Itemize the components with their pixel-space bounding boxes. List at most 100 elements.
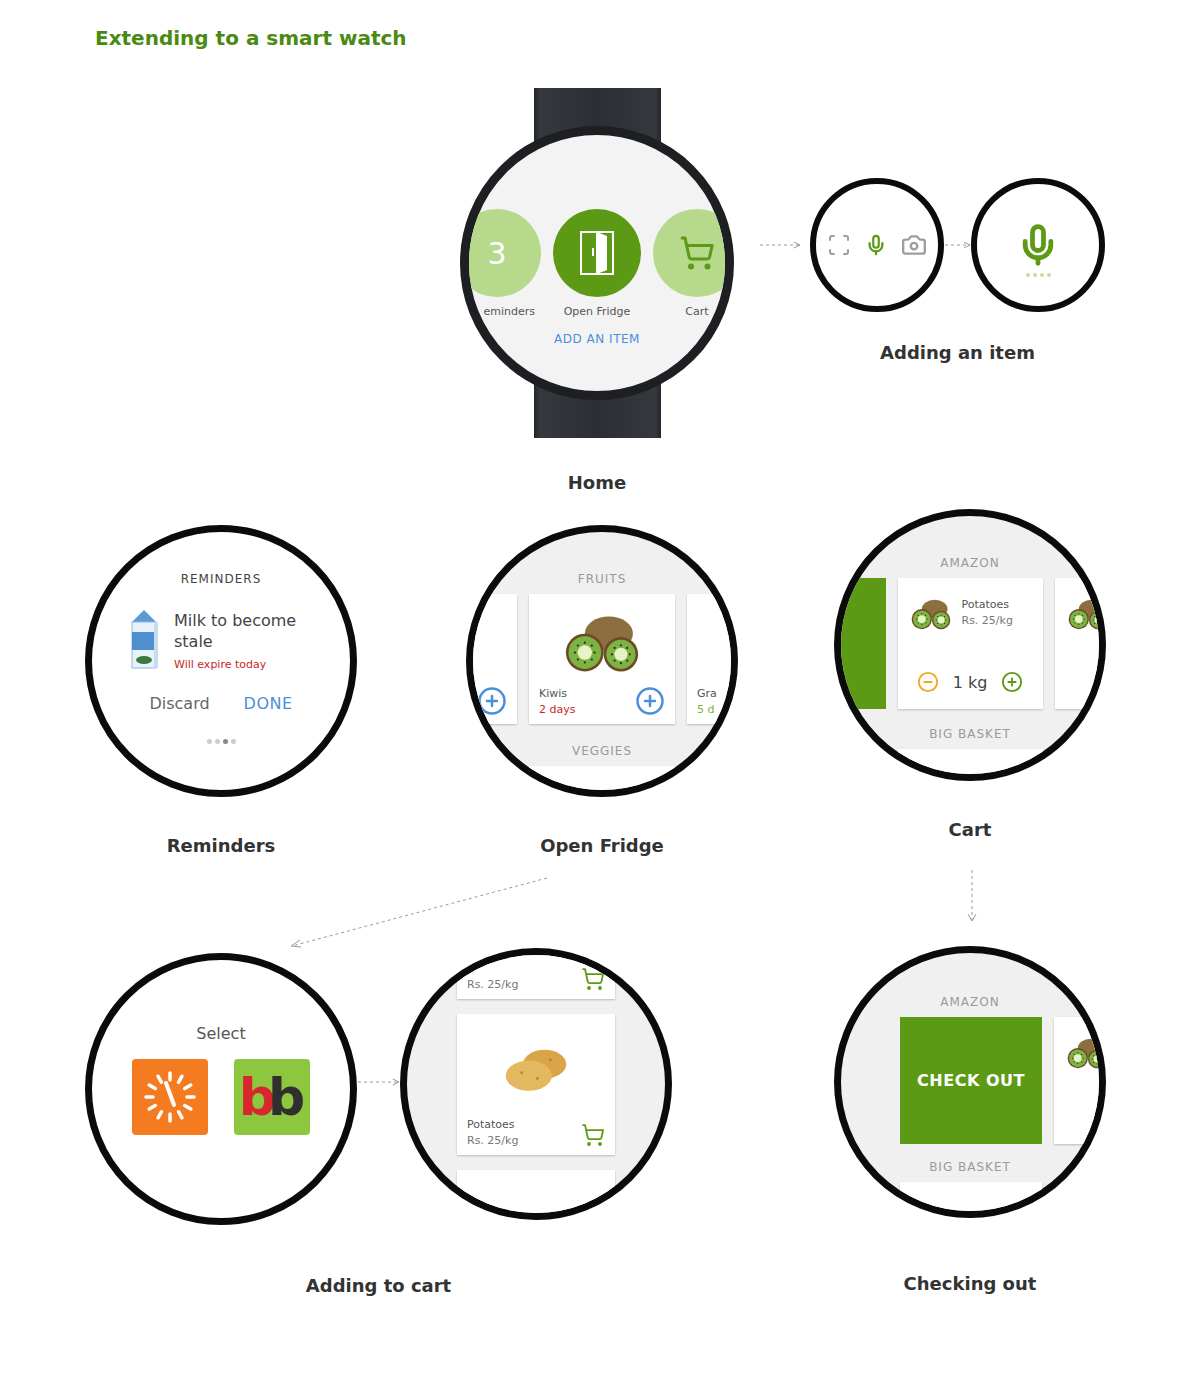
cart-item-card <box>1054 1017 1106 1144</box>
app-button[interactable] <box>653 209 734 297</box>
fridge-item-card[interactable] <box>466 594 517 724</box>
item-price: Rs. 25/kg <box>467 1134 518 1147</box>
listening-indicator <box>1026 273 1051 277</box>
store-name: BIG BASKET <box>929 1160 1011 1174</box>
cart-section: AMAZON Potatoes Rs. 25/kg 1 kg BIG BASKET Car… <box>834 509 1106 841</box>
app-button[interactable]: 3 <box>460 209 541 297</box>
screens-row: REMINDERS Milk to become staleWill expire… <box>0 500 1203 870</box>
add-item-button[interactable]: ADD AN ITEM <box>554 332 640 346</box>
screen-caption: Adding an item <box>880 342 1035 364</box>
store-name: BIG BASKET <box>929 727 1011 741</box>
screen-caption: Checking out <box>904 1273 1037 1295</box>
store-name: AMAZON <box>940 556 999 570</box>
flow-connectors <box>0 870 1203 948</box>
cart-item-card <box>1055 578 1107 709</box>
flows-row: Select bb Rs. 25/kg Potatoes Rs. 25/kg Adding… <box>0 948 1203 1297</box>
add-to-cart-icon[interactable] <box>581 1123 605 1147</box>
app-label: Cart <box>685 305 708 318</box>
screen-header: REMINDERS <box>181 572 262 586</box>
select-title: Select <box>196 1024 245 1043</box>
store-logo[interactable] <box>132 1059 208 1135</box>
potato-icon <box>500 1215 572 1220</box>
increase-icon[interactable] <box>1001 671 1023 693</box>
add-to-cart-icon[interactable] <box>477 686 507 716</box>
item-name: Potatoes <box>962 598 1013 611</box>
section-title: VEGGIES <box>572 744 632 758</box>
fridge-item-card[interactable] <box>529 766 675 797</box>
app-item[interactable]: Open Fridge <box>553 209 641 318</box>
store-logo[interactable]: bb <box>234 1059 310 1135</box>
kiwi-icon <box>1064 1037 1106 1070</box>
input-mode-screen <box>810 178 944 312</box>
kiwi-icon <box>559 613 645 675</box>
section-title: FRUITS <box>578 572 627 586</box>
add-to-cart-icon[interactable] <box>635 686 665 716</box>
mic-icon[interactable] <box>1016 223 1060 267</box>
fridge-screen: FRUITS Kiwis2 daysGra5 d VEGGIES <box>466 525 738 797</box>
smart-watch: 3 eminders Open Fridge Cart ADD AN ITEM <box>460 88 734 438</box>
flow-arrow-icon <box>944 242 971 248</box>
cart-item-card: Potatoes Rs. 25/kg 1 kg <box>898 578 1043 709</box>
app-label: Open Fridge <box>564 305 631 318</box>
mic-icon[interactable] <box>865 234 887 256</box>
checkout-section: AMAZON CHECK OUT BIG BASKET Checking out <box>834 946 1106 1295</box>
board-title: Extending to a smart watch <box>0 0 1203 88</box>
adding-to-cart-section: Select bb Rs. 25/kg Potatoes Rs. 25/kg Adding… <box>85 948 672 1297</box>
presentation-board: Extending to a smart watch 3 eminders Open … <box>0 0 1203 1379</box>
strawberry-icon <box>466 613 487 675</box>
store-name: AMAZON <box>940 995 999 1009</box>
item-name: Potatoes <box>467 1118 518 1131</box>
fridge-icon <box>577 230 617 276</box>
reminder-card: Milk to become staleWill expire today <box>126 608 316 672</box>
product-card[interactable]: Rs. 25/kg <box>457 948 615 999</box>
decrease-icon[interactable] <box>917 671 939 693</box>
listening-screen <box>971 178 1105 312</box>
fridge-item-card[interactable]: Kiwis2 days <box>529 594 675 724</box>
item-name: Gra <box>697 687 717 700</box>
app-button[interactable] <box>553 209 641 297</box>
logo-letter: b <box>268 1071 305 1123</box>
app-item[interactable]: 3 eminders <box>460 209 541 318</box>
product-card[interactable]: Potatoes Rs. 25/kg <box>457 1014 615 1155</box>
checkout-panel[interactable] <box>834 578 886 709</box>
screen-caption: Home <box>568 472 626 494</box>
app-carousel: 3 eminders Open Fridge Cart <box>469 209 725 318</box>
screen-caption: Open Fridge <box>540 835 664 857</box>
page-dot <box>207 739 212 744</box>
screen-caption: Reminders <box>167 835 276 857</box>
reminder-title: Milk to become stale <box>174 610 316 652</box>
product-list-screen: Rs. 25/kg Potatoes Rs. 25/kg <box>400 948 672 1220</box>
home-section: 3 eminders Open Fridge Cart ADD AN ITEM Home <box>460 88 734 494</box>
item-price: Rs. 25/kg <box>962 614 1013 627</box>
reminders-section: REMINDERS Milk to become staleWill expire… <box>85 525 357 857</box>
kiwi-icon <box>908 598 954 631</box>
fridge-item-card[interactable]: Gra5 d <box>687 594 738 724</box>
open-fridge-section: FRUITS Kiwis2 daysGra5 d VEGGIES Open Fridg… <box>466 525 738 857</box>
app-label: eminders <box>483 305 541 318</box>
cart-item-card <box>900 1182 1042 1218</box>
page-dot <box>231 739 236 744</box>
done-button[interactable]: DONE <box>244 692 293 715</box>
product-card[interactable] <box>457 1170 615 1221</box>
item-quantity: 1 kg <box>953 673 988 692</box>
checkout-button[interactable]: CHECK OUT <box>900 1017 1042 1144</box>
page-dot <box>215 739 220 744</box>
screen-caption: Cart <box>949 819 992 841</box>
scan-icon[interactable] <box>827 233 851 257</box>
screen-caption: Adding to cart <box>306 1275 451 1297</box>
item-price: Rs. 25/kg <box>467 978 518 991</box>
adding-item-section: Adding an item <box>810 178 1105 364</box>
camera-icon[interactable] <box>901 232 927 258</box>
watch-face: 3 eminders Open Fridge Cart ADD AN ITEM <box>460 126 734 400</box>
potato-icon <box>500 1044 572 1094</box>
kiwi-icon <box>1065 598 1107 631</box>
flow-arrow-icon <box>734 241 810 249</box>
add-to-cart-icon[interactable] <box>581 967 605 991</box>
discard-button[interactable]: Discard <box>149 692 209 715</box>
cart-icon <box>679 235 715 271</box>
app-item[interactable]: Cart <box>653 209 734 318</box>
reminder-count: 3 <box>487 236 506 271</box>
store-select-screen: Select bb <box>85 953 357 1225</box>
grapes-icon <box>717 613 738 675</box>
flow-arrow-icon <box>357 1078 400 1086</box>
